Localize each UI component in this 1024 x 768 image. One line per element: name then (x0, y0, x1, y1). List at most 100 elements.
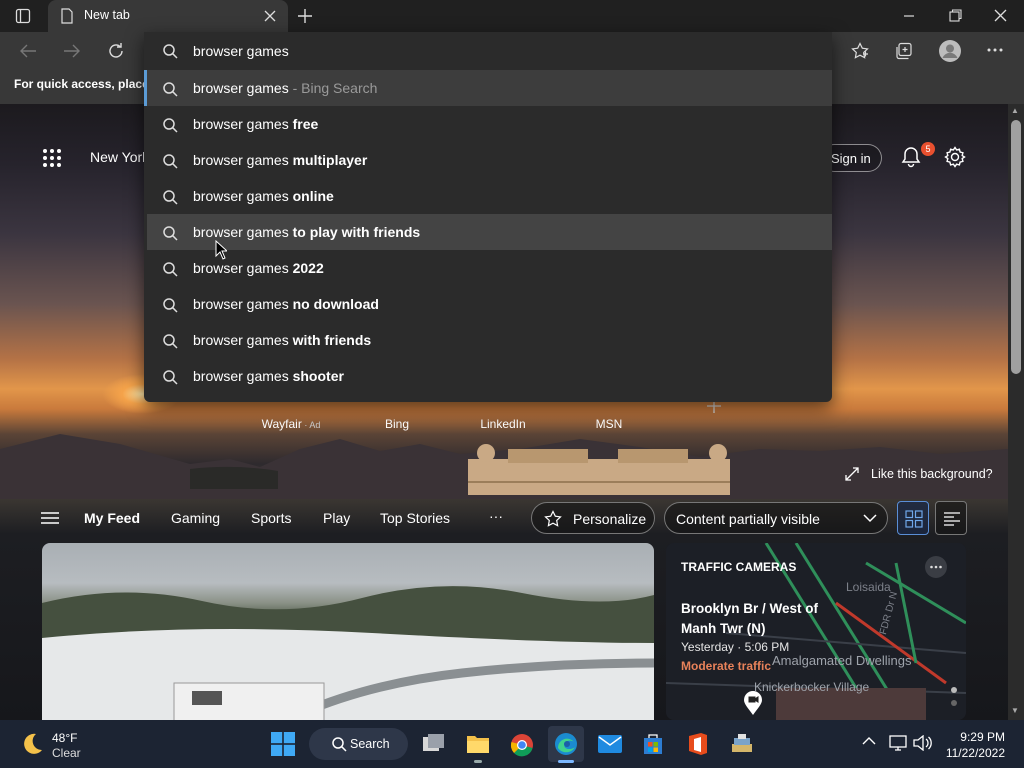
search-suggestion[interactable]: browser games online (144, 178, 832, 214)
mouse-cursor-icon (215, 240, 227, 260)
microsoft-store-icon[interactable] (641, 732, 665, 756)
ad-label: Ad (309, 420, 321, 430)
suggestion-text: browser games online (193, 188, 334, 204)
weather-condition: Clear (52, 746, 81, 760)
search-suggestion[interactable]: browser games free (144, 106, 832, 142)
close-tab-icon[interactable] (264, 10, 276, 22)
expand-icon[interactable] (845, 467, 859, 481)
location-label[interactable]: New York (90, 149, 149, 165)
search-icon (163, 334, 178, 349)
suggestion-completion: shooter (288, 368, 344, 384)
search-suggestion[interactable]: browser games - Bing Search (144, 70, 832, 106)
weather-temperature[interactable]: 48°F (52, 731, 77, 745)
active-indicator (558, 760, 574, 763)
suggestion-text: browser games no download (193, 296, 379, 312)
map-label-loisaida: Loisaida (846, 580, 891, 594)
window-close-icon[interactable] (994, 9, 1007, 22)
address-bar[interactable]: browser games (144, 32, 832, 70)
tab-actions-icon[interactable] (15, 8, 31, 24)
quick-link-bing[interactable]: Bing (352, 417, 442, 431)
mail-icon[interactable] (598, 735, 622, 753)
feed-tab-play[interactable]: Play (323, 510, 350, 526)
feed-tab-gaming[interactable]: Gaming (171, 510, 220, 526)
chevron-down-icon (863, 514, 877, 523)
suggestion-prefix: browser games (193, 332, 289, 348)
network-icon[interactable] (889, 735, 907, 751)
windows-start-icon[interactable] (271, 732, 295, 756)
feed-tab-sports[interactable]: Sports (251, 510, 291, 526)
content-visibility-value: Content partially visible (676, 511, 820, 527)
like-background-link[interactable]: Like this background? (871, 467, 993, 481)
chevron-up-icon[interactable] (862, 736, 876, 746)
feed-menu-icon[interactable] (41, 511, 59, 525)
taskbar-search-button[interactable]: Search (309, 728, 408, 760)
scroll-up-arrow-icon[interactable]: ▲ (1011, 106, 1019, 115)
scroll-down-arrow-icon[interactable]: ▼ (1011, 706, 1019, 715)
snowy-hill-photo (42, 586, 654, 720)
carousel-dot[interactable] (951, 700, 957, 706)
address-bar-dropdown: browser games browser games - Bing Searc… (144, 32, 832, 402)
settings-gear-icon[interactable] (944, 146, 966, 168)
task-view-icon[interactable] (422, 733, 446, 755)
grid-view-button[interactable] (897, 501, 929, 535)
moon-weather-icon[interactable] (20, 732, 44, 756)
background-palace (468, 444, 730, 495)
list-view-icon (943, 512, 961, 526)
edge-taskbar-button[interactable] (548, 726, 584, 762)
search-suggestion[interactable]: browser games shooter (144, 358, 832, 394)
office-icon[interactable] (687, 732, 709, 756)
profile-avatar[interactable] (939, 40, 961, 62)
minimize-icon[interactable] (903, 10, 915, 22)
personalize-button[interactable]: Personalize (531, 502, 655, 534)
search-icon (163, 82, 178, 97)
favorites-star-icon[interactable] (851, 42, 869, 60)
restore-icon[interactable] (949, 9, 962, 22)
suggestion-completion: multiplayer (288, 152, 368, 168)
search-suggestion[interactable]: browser games multiplayer (144, 142, 832, 178)
clock-time[interactable]: 9:29 PM (955, 730, 1005, 744)
list-view-button[interactable] (935, 501, 967, 535)
content-visibility-dropdown[interactable]: Content partially visible (664, 502, 888, 534)
app-launcher-icon[interactable] (42, 148, 62, 168)
refresh-icon[interactable] (107, 42, 125, 60)
edge-icon (554, 732, 578, 756)
browser-tab[interactable]: New tab (48, 0, 288, 32)
suggestion-completion: to play with friends (288, 224, 421, 240)
quick-link-linkedin[interactable]: LinkedIn (458, 417, 548, 431)
search-suggestion[interactable]: browser games 2022 (144, 250, 832, 286)
page-icon (60, 8, 74, 24)
quick-link-msn[interactable]: MSN (564, 417, 654, 431)
map-label-knickerbocker: Knickerbocker Village (754, 680, 870, 694)
volume-icon[interactable] (913, 735, 933, 751)
quick-link-label: MSN (595, 417, 623, 431)
carousel-dot[interactable] (951, 687, 957, 693)
clock-date[interactable]: 11/22/2022 (940, 746, 1005, 760)
forward-icon[interactable] (63, 43, 81, 59)
back-icon[interactable] (19, 43, 37, 59)
quick-link-wayfair[interactable]: Wayfair · Ad (246, 417, 336, 431)
app-stack-icon[interactable] (730, 734, 754, 754)
traffic-status: Moderate traffic (681, 659, 772, 673)
search-suggestion[interactable]: browser games no download (144, 286, 832, 322)
suggestion-prefix: browser games (193, 116, 289, 132)
news-card-image[interactable] (42, 543, 654, 720)
collections-icon[interactable] (895, 42, 913, 60)
scrollbar-thumb[interactable] (1011, 120, 1021, 374)
more-menu-icon[interactable] (987, 48, 1003, 52)
notifications-bell-icon[interactable] (900, 146, 922, 168)
traffic-card-more-button[interactable] (925, 556, 947, 578)
address-bar-input[interactable]: browser games (193, 43, 289, 59)
feed-more-button[interactable]: ··· (489, 508, 503, 524)
new-tab-icon[interactable] (296, 7, 314, 25)
chrome-icon[interactable] (510, 733, 534, 757)
traffic-cameras-card[interactable]: TRAFFIC CAMERAS Loisaida FDR Dr N Brookl… (666, 543, 966, 720)
file-explorer-icon[interactable] (466, 733, 490, 755)
suggestion-completion: no download (288, 296, 379, 312)
feed-tab-my-feed[interactable]: My Feed (84, 510, 140, 526)
search-icon (163, 262, 178, 277)
suggestion-text: browser games 2022 (193, 260, 324, 276)
search-suggestion[interactable]: browser games to play with friends (147, 214, 832, 250)
feed-tab-top-stories[interactable]: Top Stories (380, 510, 450, 526)
search-suggestion[interactable]: browser games with friends (144, 322, 832, 358)
traffic-camera-title[interactable]: Brooklyn Br / West of Manh Twr (N) (681, 599, 841, 639)
